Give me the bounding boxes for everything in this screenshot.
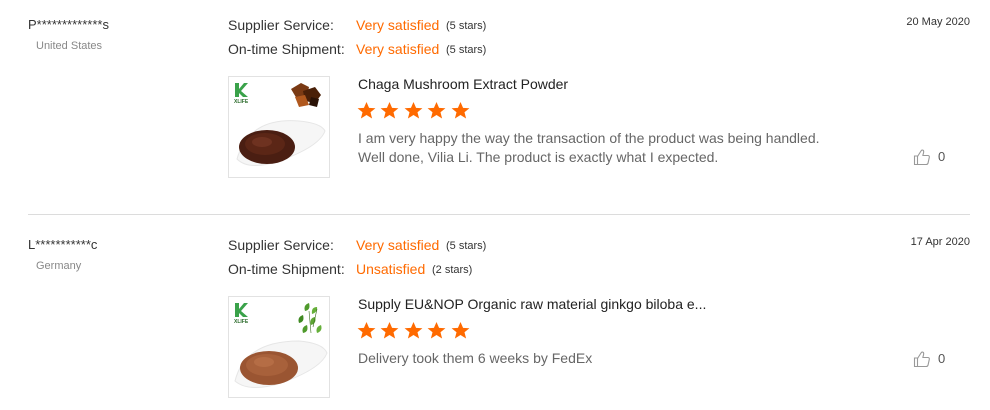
chaga-chunks xyxy=(291,83,321,107)
star-icon xyxy=(381,101,399,119)
ontime-shipment-label: On-time Shipment: xyxy=(228,261,345,277)
ontime-shipment-label: On-time Shipment: xyxy=(228,41,345,57)
star-icon xyxy=(427,101,446,119)
review-date: 20 May 2020 xyxy=(906,16,970,28)
review-comment: I am very happy the way the transaction … xyxy=(358,129,878,167)
like-count: 0 xyxy=(938,149,946,164)
brand-logo-text: XLIFE xyxy=(234,99,249,105)
review-comment: Delivery took them 6 weeks by FedEx xyxy=(358,349,878,368)
brand-logo-text: XLIFE xyxy=(234,319,249,325)
brand-logo: XLIFE xyxy=(234,83,249,105)
star-icon xyxy=(451,101,470,119)
review-date: 17 Apr 2020 xyxy=(910,236,970,248)
reviewer-name: P*************s xyxy=(28,17,109,32)
product-image: XLIFE xyxy=(234,83,326,166)
review-comment-line: Delivery took them 6 weeks by FedEx xyxy=(358,350,593,366)
review-comment-line: I am very happy the way the transaction … xyxy=(358,130,820,146)
ontime-shipment-stars: (5 stars) xyxy=(446,44,487,56)
ontime-shipment-value: Very satisfied xyxy=(356,41,440,57)
supplier-service-value: Very satisfied xyxy=(356,17,440,33)
brand-logo: XLIFE xyxy=(234,303,249,325)
star-icon xyxy=(404,101,423,119)
product-thumbnail[interactable]: XLIFE xyxy=(228,76,330,178)
star-icon xyxy=(451,321,470,339)
star-icon xyxy=(381,321,399,339)
ontime-shipment-stars: (2 stars) xyxy=(432,264,473,276)
product-image: XLIFE xyxy=(234,303,328,388)
product-thumbnail[interactable]: XLIFE xyxy=(228,296,330,398)
product-rating-stars xyxy=(357,101,470,121)
reviewer-country: United States xyxy=(36,40,103,52)
supplier-service-label: Supplier Service: xyxy=(228,237,334,253)
like-count: 0 xyxy=(938,351,946,366)
review-divider xyxy=(28,214,970,215)
ontime-shipment-value: Unsatisfied xyxy=(356,261,426,277)
review-item: P*************s United States Supplier S… xyxy=(0,0,990,214)
star-icon xyxy=(357,101,376,119)
supplier-service-value: Very satisfied xyxy=(356,237,440,253)
product-title-link[interactable]: Supply EU&NOP Organic raw material ginkg… xyxy=(358,296,706,312)
supplier-service-label: Supplier Service: xyxy=(228,17,334,33)
product-title-link[interactable]: Chaga Mushroom Extract Powder xyxy=(358,76,568,92)
supplier-service-stars: (5 stars) xyxy=(446,20,487,32)
thumbs-up-icon xyxy=(913,149,930,166)
thumbs-up-icon xyxy=(913,351,930,368)
supplier-service-stars: (5 stars) xyxy=(446,240,487,252)
reviewer-country: Germany xyxy=(36,260,82,272)
reviewer-name: L***********c xyxy=(28,237,98,252)
star-icon xyxy=(404,321,423,339)
star-icon xyxy=(357,321,376,339)
star-icon xyxy=(427,321,446,339)
product-rating-stars xyxy=(357,321,470,341)
ginkgo-leaves xyxy=(298,303,322,334)
review-item: L***********c Germany Supplier Service: … xyxy=(0,220,990,410)
review-comment-line: Well done, Vilia Li. The product is exac… xyxy=(358,149,719,165)
